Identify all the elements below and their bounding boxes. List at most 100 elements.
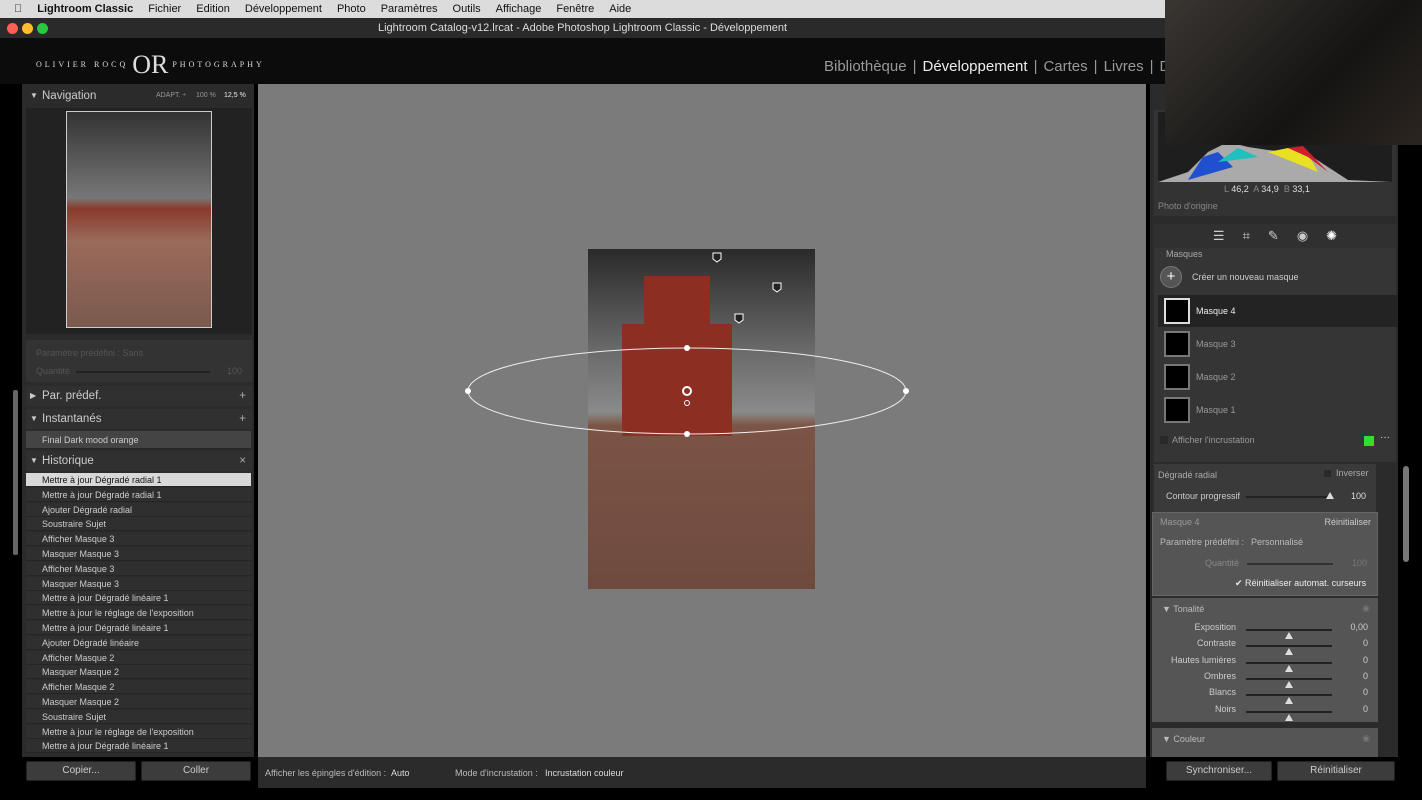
history-item[interactable]: Masquer Masque 2: [26, 665, 251, 680]
mask-item-1[interactable]: Masque 1: [1158, 394, 1398, 426]
slider-value[interactable]: 0: [1363, 687, 1368, 697]
module-bibliotheque[interactable]: Bibliothèque: [824, 58, 907, 75]
sync-button[interactable]: Synchroniser...: [1166, 761, 1272, 781]
slider-track[interactable]: [1246, 694, 1332, 705]
slider-value[interactable]: 0: [1363, 704, 1368, 714]
slider-track[interactable]: [1246, 661, 1332, 672]
slider-value[interactable]: 0: [1363, 638, 1368, 648]
mask-item-2[interactable]: Masque 2: [1158, 361, 1398, 393]
reset-button[interactable]: Réinitialiser: [1277, 761, 1395, 781]
slider-track[interactable]: [1246, 677, 1332, 688]
radial-gradient-overlay[interactable]: [460, 240, 920, 600]
menu-photo[interactable]: Photo: [337, 3, 366, 15]
history-item[interactable]: Afficher Masque 2: [26, 680, 251, 695]
menu-developpement[interactable]: Développement: [245, 3, 322, 15]
presets-header[interactable]: ▶ Par. prédef. +: [26, 386, 252, 406]
mask-preset-select[interactable]: Personnalisé: [1251, 537, 1303, 547]
overlay-mode-select[interactable]: Incrustation couleur: [545, 768, 624, 778]
slider-thumb[interactable]: [1285, 713, 1293, 721]
history-item[interactable]: Mettre à jour Dégradé radial 1: [26, 487, 251, 502]
history-item[interactable]: Mettre à jour Dégradé radial 1: [26, 473, 251, 487]
mask-item-3[interactable]: Masque 3: [1158, 328, 1398, 360]
history-item[interactable]: Masquer Masque 2: [26, 695, 251, 709]
ellipse-handle-left[interactable]: [465, 388, 471, 394]
tone-header[interactable]: ▼ Tonalité: [1162, 604, 1204, 614]
slider-value[interactable]: 0: [1363, 671, 1368, 681]
history-item[interactable]: Ajouter Dégradé linéaire: [26, 635, 251, 650]
feather-handle[interactable]: [684, 400, 690, 406]
history-item[interactable]: Soustraire Sujet: [26, 709, 251, 724]
history-item[interactable]: Masquer Masque 3: [26, 576, 251, 591]
crop-icon[interactable]: ⌗: [1243, 224, 1250, 248]
module-livres[interactable]: Livres: [1104, 58, 1144, 75]
snapshot-item[interactable]: Final Dark mood orange: [26, 431, 251, 449]
snapshots-header[interactable]: ▼ Instantanés +: [26, 409, 252, 429]
sliders-icon[interactable]: ☰: [1213, 224, 1225, 248]
menu-aide[interactable]: Aide: [609, 3, 631, 15]
history-item[interactable]: Afficher Masque 3: [26, 532, 251, 547]
masking-icon[interactable]: ✺: [1326, 224, 1337, 248]
original-photo-toggle[interactable]: Photo d'origine: [1158, 201, 1218, 211]
slider-track[interactable]: [1246, 645, 1332, 656]
history-header[interactable]: ▼ Historique ×: [26, 451, 252, 471]
more-options-icon[interactable]: ···: [1380, 432, 1390, 443]
add-preset-button[interactable]: +: [239, 386, 246, 406]
right-scrollbar[interactable]: [1403, 466, 1409, 562]
pins-select[interactable]: Auto: [391, 768, 410, 778]
invert-checkbox[interactable]: [1324, 470, 1331, 477]
navigator-header[interactable]: ▼ Navigation ADAPT. ÷ 100 % 12,5 %: [26, 86, 252, 106]
ellipse-handle-top[interactable]: [684, 345, 690, 351]
clear-history-button[interactable]: ×: [239, 451, 246, 471]
history-item[interactable]: Mettre à jour Dégradé linéaire 1: [26, 739, 251, 754]
apple-icon[interactable]: : [14, 3, 22, 15]
eye-icon[interactable]: ◉: [1362, 603, 1370, 614]
menu-affichage[interactable]: Affichage: [496, 3, 542, 15]
history-item[interactable]: Mettre à jour Dégradé linéaire 1: [26, 621, 251, 635]
auto-reset-checkbox[interactable]: ✔ Réinitialiser automat. curseurs: [1235, 578, 1366, 589]
history-item[interactable]: Ajouter Dégradé radial: [26, 502, 251, 517]
menu-edition[interactable]: Edition: [196, 3, 230, 15]
slider-track[interactable]: [1246, 629, 1332, 639]
history-item[interactable]: Masquer Masque 3: [26, 547, 251, 561]
menu-app[interactable]: Lightroom Classic: [37, 3, 133, 15]
module-cartes[interactable]: Cartes: [1043, 58, 1087, 75]
color-header[interactable]: ▼ Couleur: [1162, 734, 1205, 744]
history-item[interactable]: Mettre à jour le réglage de l'exposition: [26, 606, 251, 621]
menu-outils[interactable]: Outils: [453, 3, 481, 15]
feather-slider[interactable]: [1246, 492, 1334, 499]
menu-fichier[interactable]: Fichier: [148, 3, 181, 15]
close-window-button[interactable]: [7, 23, 18, 34]
mask-reset-button[interactable]: Réinitialiser: [1324, 517, 1371, 527]
zoom-12[interactable]: 12,5 %: [224, 86, 246, 106]
navigator-preview[interactable]: [26, 108, 252, 334]
create-mask-button[interactable]: Créer un nouveau masque: [1192, 272, 1299, 282]
redeye-icon[interactable]: ◉: [1297, 224, 1308, 248]
module-developpement[interactable]: Développement: [922, 58, 1027, 75]
minimize-window-button[interactable]: [22, 23, 33, 34]
amount-slider[interactable]: [76, 371, 210, 373]
slider-value[interactable]: 0,00: [1350, 622, 1368, 632]
menu-fenetre[interactable]: Fenêtre: [556, 3, 594, 15]
history-item[interactable]: Soustraire Sujet: [26, 517, 251, 532]
overlay-checkbox[interactable]: [1160, 436, 1168, 444]
eye-icon[interactable]: ◉: [1362, 733, 1370, 744]
history-item[interactable]: Afficher Masque 3: [26, 561, 251, 576]
history-item[interactable]: Afficher Masque 2: [26, 650, 251, 665]
add-snapshot-button[interactable]: +: [239, 409, 246, 429]
slider-track[interactable]: [1246, 710, 1332, 721]
ellipse-handle-bottom[interactable]: [684, 431, 690, 437]
left-scrollbar[interactable]: [13, 390, 18, 555]
paste-button[interactable]: Coller: [141, 761, 251, 781]
create-mask-plus-icon[interactable]: +: [1160, 266, 1182, 288]
mask-item-4[interactable]: Masque 4: [1158, 295, 1398, 327]
ellipse-handle-right[interactable]: [903, 388, 909, 394]
zoom-window-button[interactable]: [37, 23, 48, 34]
radial-ellipse[interactable]: [467, 347, 907, 435]
mask-amount-slider[interactable]: [1247, 563, 1333, 565]
history-item[interactable]: Mettre à jour le réglage de l'exposition: [26, 724, 251, 739]
mask-pin-icons[interactable]: [712, 252, 782, 324]
menu-parametres[interactable]: Paramètres: [381, 3, 438, 15]
copy-button[interactable]: Copier...: [26, 761, 136, 781]
zoom-100[interactable]: 100 %: [196, 86, 216, 106]
zoom-fit[interactable]: ADAPT. ÷: [156, 86, 186, 106]
